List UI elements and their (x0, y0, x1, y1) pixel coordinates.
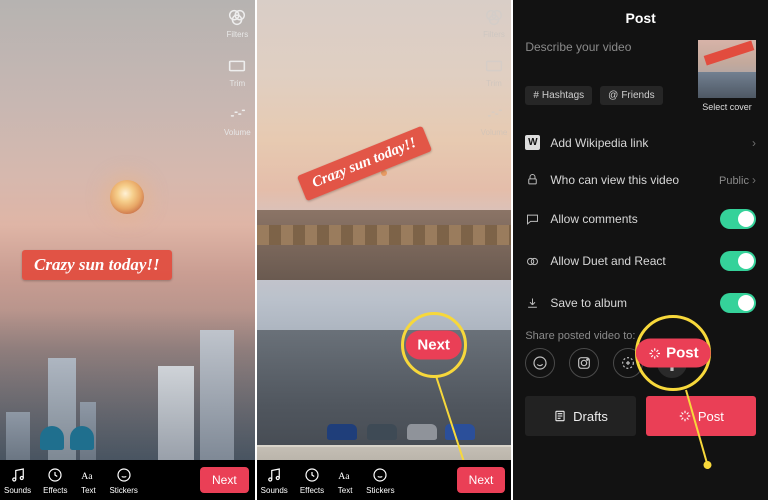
row-save-label: Save to album (550, 296, 627, 310)
row-comments: Allow comments (513, 198, 768, 240)
trim-label: Trim (229, 79, 245, 88)
sounds-tool[interactable]: Sounds (4, 466, 31, 495)
volume-label: Volume (224, 128, 251, 137)
side-tools: Filters Trim Volume (481, 6, 508, 137)
download-icon (525, 296, 540, 311)
effects-label: Effects (43, 486, 67, 495)
trim-icon (226, 55, 248, 77)
stickers-label: Stickers (109, 486, 137, 495)
volume-icon (483, 104, 505, 126)
text-icon: Aa (336, 466, 354, 484)
cover-selector[interactable]: Select cover (698, 40, 756, 112)
volume-tool[interactable]: Volume (481, 104, 508, 137)
sun-graphic (110, 180, 144, 214)
whatsapp-icon (532, 355, 548, 371)
trim-tool[interactable]: Trim (481, 55, 508, 88)
share-stories[interactable] (613, 348, 643, 378)
share-facebook[interactable] (657, 348, 687, 378)
effects-tool[interactable]: Effects (43, 466, 67, 495)
save-toggle[interactable] (720, 293, 756, 313)
next-button[interactable]: Next (457, 467, 506, 493)
filters-icon (226, 6, 248, 28)
text-label: Text (81, 486, 96, 495)
stickers-tool[interactable]: Stickers (366, 466, 394, 495)
filters-tool[interactable]: Filters (224, 6, 251, 39)
drafts-label: Drafts (573, 409, 608, 424)
row-duet: Allow Duet and React (513, 240, 768, 282)
comment-icon (525, 212, 540, 227)
facebook-icon (667, 355, 677, 371)
filters-icon (483, 6, 505, 28)
describe-section: Describe your video #Hashtags @Friends S… (513, 40, 768, 124)
lock-icon (525, 172, 540, 187)
text-icon: Aa (79, 466, 97, 484)
filters-label: Filters (226, 30, 248, 39)
editor-screen-2: Crazy sun today!! Filters Trim Volume Ne… (257, 0, 512, 500)
clock-icon (303, 466, 321, 484)
instagram-icon (576, 355, 592, 371)
duet-icon (525, 254, 540, 269)
at-icon: @ (608, 90, 618, 101)
drafts-icon (553, 409, 567, 423)
effects-tool[interactable]: Effects (300, 466, 324, 495)
row-visibility[interactable]: Who can view this video Public › (513, 161, 768, 198)
urban-scene (257, 0, 512, 500)
describe-placeholder: Describe your video (525, 40, 688, 54)
sounds-label: Sounds (4, 486, 31, 495)
chevron-right-icon: › (752, 136, 756, 150)
chevron-right-icon: › (752, 173, 756, 187)
stories-icon (620, 355, 636, 371)
smile-icon (371, 466, 389, 484)
post-button[interactable]: Post (646, 396, 756, 436)
post-screen: Post Describe your video #Hashtags @Frie… (513, 0, 768, 500)
row-duet-label: Allow Duet and React (550, 254, 665, 268)
visibility-value: Public › (719, 173, 756, 187)
share-label: Share posted video to: (513, 324, 768, 348)
row-save: Save to album (513, 282, 768, 324)
bottom-toolbar: Sounds Effects Aa Text Stickers Next (257, 460, 512, 500)
drafts-button[interactable]: Drafts (525, 396, 635, 436)
sparkle-icon (678, 409, 692, 423)
bottom-toolbar: Sounds Effects Aa Text Stickers Next (0, 460, 255, 500)
text-sticker[interactable]: Crazy sun today!! (22, 250, 172, 280)
hashtags-button[interactable]: #Hashtags (525, 86, 592, 105)
music-icon (265, 466, 283, 484)
volume-tool[interactable]: Volume (224, 104, 251, 137)
duet-toggle[interactable] (720, 251, 756, 271)
smile-icon (115, 466, 133, 484)
wikipedia-icon: W (525, 135, 540, 150)
stickers-tool[interactable]: Stickers (109, 466, 137, 495)
trim-icon (483, 55, 505, 77)
action-row: Drafts Post (513, 388, 768, 448)
editor-screen-1: Crazy sun today!! Filters Trim Volume So… (0, 0, 255, 500)
select-cover-label: Select cover (702, 102, 752, 112)
trim-tool[interactable]: Trim (224, 55, 251, 88)
filters-tool[interactable]: Filters (481, 6, 508, 39)
friends-button[interactable]: @Friends (600, 86, 663, 105)
row-visibility-label: Who can view this video (550, 173, 679, 187)
share-whatsapp[interactable] (525, 348, 555, 378)
row-wikipedia-label: Add Wikipedia link (550, 136, 648, 150)
hash-icon: # (533, 90, 539, 101)
row-comments-label: Allow comments (550, 212, 637, 226)
music-icon (9, 466, 27, 484)
svg-text:Aa: Aa (338, 470, 350, 481)
share-row (513, 348, 768, 388)
text-tool[interactable]: Aa Text (79, 466, 97, 495)
svg-text:Aa: Aa (82, 470, 94, 481)
buildings (0, 310, 255, 460)
text-tool[interactable]: Aa Text (336, 466, 354, 495)
clock-icon (46, 466, 64, 484)
side-tools: Filters Trim Volume (224, 6, 251, 137)
page-title: Post (513, 0, 768, 40)
post-label: Post (698, 409, 724, 424)
volume-icon (226, 104, 248, 126)
describe-field[interactable]: Describe your video #Hashtags @Friends (525, 40, 688, 112)
comments-toggle[interactable] (720, 209, 756, 229)
share-instagram[interactable] (569, 348, 599, 378)
cover-thumbnail (698, 40, 756, 98)
sounds-tool[interactable]: Sounds (261, 466, 288, 495)
next-button[interactable]: Next (200, 467, 249, 493)
row-wikipedia[interactable]: W Add Wikipedia link › (513, 124, 768, 161)
